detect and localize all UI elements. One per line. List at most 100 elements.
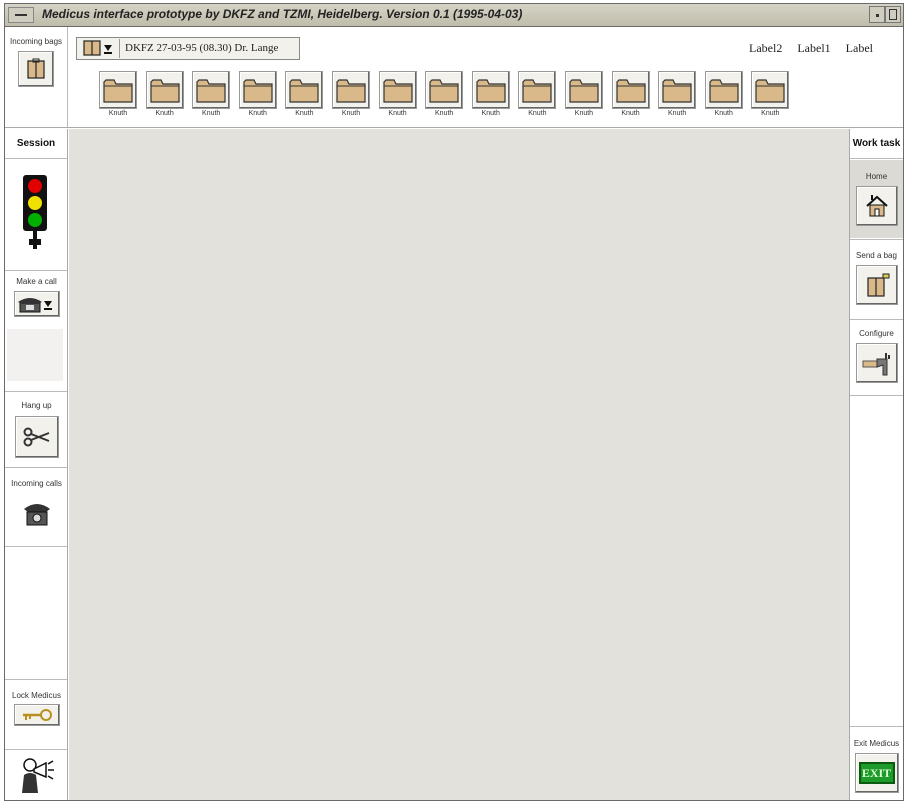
send-bag-label: Send a bag	[856, 251, 897, 260]
minimize-button[interactable]	[869, 6, 885, 23]
folder-label: Knuth	[388, 110, 407, 117]
help-button[interactable]	[15, 753, 59, 797]
configure-button[interactable]	[855, 343, 898, 383]
folder-button[interactable]	[192, 71, 231, 109]
lock-label: Lock Medicus	[12, 691, 61, 700]
incoming-bags-panel: Incoming bags	[5, 27, 68, 127]
folder-item[interactable]: Knuth	[188, 71, 234, 117]
home-section: Home	[850, 160, 903, 238]
folder-item[interactable]: Knuth	[235, 71, 281, 117]
case-selector[interactable]: DKFZ 27-03-95 (08.30) Dr. Lange	[76, 37, 300, 60]
hang-up-label: Hang up	[21, 401, 52, 410]
exit-sign-text: EXIT	[861, 765, 892, 780]
folder-item[interactable]: Knuth	[654, 71, 700, 117]
folder-label: Knuth	[202, 110, 221, 117]
case-dropdown-button[interactable]	[79, 39, 120, 58]
send-bag-section: Send a bag	[850, 251, 903, 305]
folder-button[interactable]	[518, 71, 557, 109]
lock-section: Lock Medicus	[5, 691, 68, 726]
home-button[interactable]	[855, 186, 898, 226]
folder-item[interactable]: Knuth	[701, 71, 747, 117]
top-toolbar: Incoming bags DKFZ 27-03-95 (08.30) Dr. …	[5, 27, 903, 128]
incoming-bags-button[interactable]	[18, 51, 54, 87]
folder-item[interactable]: Knuth	[747, 71, 793, 117]
person-megaphone-icon	[21, 758, 54, 793]
folder-item[interactable]: Knuth	[281, 71, 327, 117]
label-2: Label2	[749, 41, 783, 55]
folder-label: Knuth	[295, 110, 314, 117]
folder-button[interactable]	[285, 71, 324, 109]
folder-icon	[382, 79, 413, 103]
folder-icon	[615, 79, 646, 103]
folder-button[interactable]	[99, 71, 137, 109]
folder-item[interactable]: Knuth	[514, 71, 560, 117]
maximize-button[interactable]	[885, 6, 901, 23]
folder-label: Knuth	[574, 110, 594, 117]
bag-icon	[83, 40, 112, 56]
work-task-panel: Work task Home Send a bag Configure Exit…	[849, 129, 903, 800]
folder-button[interactable]	[378, 71, 417, 109]
folder-icon	[103, 79, 133, 103]
incoming-calls-label: Incoming calls	[11, 479, 62, 488]
folder-button[interactable]	[658, 71, 697, 109]
home-label: Home	[865, 172, 888, 181]
folder-item[interactable]: Knuth	[608, 71, 654, 117]
title-bar: Medicus interface prototype by DKFZ and …	[5, 4, 903, 27]
folder-bar: Knuth Knuth Knuth Knuth Knuth Knuth Knuth Knuth…	[95, 71, 794, 117]
folder-icon	[755, 79, 785, 103]
folder-label: Knuth	[667, 110, 687, 117]
folder-icon	[522, 79, 552, 103]
incoming-calls-button[interactable]	[15, 492, 59, 534]
folder-icon	[476, 79, 506, 103]
folder-item[interactable]: Knuth	[561, 71, 607, 117]
lock-button[interactable]	[13, 704, 60, 726]
folder-button[interactable]	[611, 71, 650, 109]
folder-label: Knuth	[481, 110, 500, 117]
traffic-light-icon	[23, 175, 47, 249]
folder-button[interactable]	[751, 71, 790, 109]
bag-icon	[27, 58, 45, 79]
telephone-icon	[23, 504, 50, 526]
folder-label: Knuth	[155, 110, 174, 117]
folder-item[interactable]: Knuth	[328, 71, 374, 117]
folder-button[interactable]	[471, 71, 510, 109]
label-1: Label1	[797, 41, 831, 55]
send-bag-icon	[866, 273, 889, 297]
folder-icon	[196, 79, 226, 103]
scissors-icon	[23, 427, 49, 447]
configure-tool-icon	[862, 353, 890, 376]
session-panel: Session Make a call Hang up Incoming cal…	[5, 129, 68, 800]
send-bag-button[interactable]	[855, 265, 898, 305]
window-menu-button[interactable]	[8, 7, 34, 23]
main-window: Medicus interface prototype by DKFZ and …	[4, 3, 904, 801]
folder-button[interactable]	[145, 71, 184, 109]
exit-label: Exit Medicus	[853, 739, 900, 748]
make-call-button[interactable]	[13, 291, 60, 317]
folder-icon	[243, 79, 273, 103]
house-icon	[865, 195, 888, 217]
folder-item[interactable]: Knuth	[95, 71, 141, 117]
workspace[interactable]	[69, 129, 849, 800]
key-icon	[22, 709, 52, 721]
label-0: Label	[845, 41, 873, 55]
make-call-label: Make a call	[16, 277, 57, 286]
folder-item[interactable]: Knuth	[421, 71, 467, 117]
folder-label: Knuth	[761, 110, 780, 117]
folder-icon	[662, 79, 692, 103]
traffic-light-status	[5, 171, 68, 256]
make-call-section: Make a call	[5, 277, 68, 317]
folder-button[interactable]	[331, 71, 370, 109]
folder-button[interactable]	[564, 71, 603, 109]
hang-up-button[interactable]	[14, 416, 59, 458]
folder-icon	[569, 79, 599, 103]
exit-section: Exit Medicus EXIT	[850, 739, 903, 793]
folder-button[interactable]	[704, 71, 743, 109]
folder-item[interactable]: Knuth	[375, 71, 421, 117]
folder-icon	[709, 79, 739, 103]
folder-button[interactable]	[238, 71, 277, 109]
folder-button[interactable]	[425, 71, 464, 109]
exit-button[interactable]: EXIT	[854, 753, 899, 793]
hang-up-section: Hang up	[5, 401, 68, 458]
folder-item[interactable]: Knuth	[142, 71, 188, 117]
folder-item[interactable]: Knuth	[468, 71, 514, 117]
